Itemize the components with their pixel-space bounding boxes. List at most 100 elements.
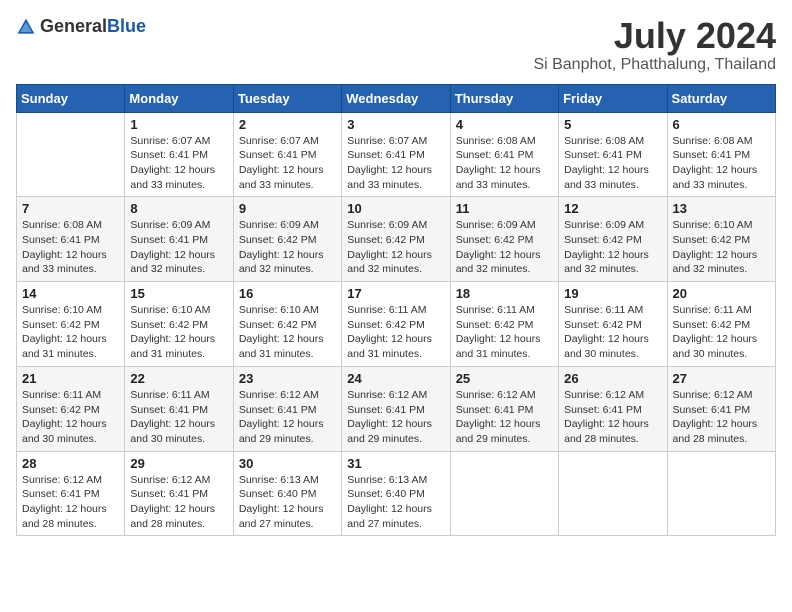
day-number: 12 (564, 201, 661, 216)
calendar-cell: 26 Sunrise: 6:12 AM Sunset: 6:41 PM Dayli… (559, 366, 667, 451)
calendar-cell: 16Sunrise: 6:10 AM Sunset: 6:42 PM Dayli… (233, 282, 341, 367)
calendar-body: 1 Sunrise: 6:07 AM Sunset: 6:41 PM Daylig… (17, 112, 776, 536)
calendar-cell: 19 Sunrise: 6:11 AM Sunset: 6:42 PM Dayli… (559, 282, 667, 367)
calendar-cell: 2 Sunrise: 6:07 AM Sunset: 6:41 PM Daylig… (233, 112, 341, 197)
calendar-cell: 8 Sunrise: 6:09 AM Sunset: 6:41 PM Daylig… (125, 197, 233, 282)
day-info: Sunrise: 6:08 AM Sunset: 6:41 PM Dayligh… (564, 134, 661, 193)
day-info: Sunrise: 6:07 AM Sunset: 6:41 PM Dayligh… (239, 134, 336, 193)
calendar-cell: 18 Sunrise: 6:11 AM Sunset: 6:42 PM Dayli… (450, 282, 558, 367)
calendar-week-row: 14 Sunrise: 6:10 AM Sunset: 6:42 PM Dayli… (17, 282, 776, 367)
day-number: 26 (564, 371, 661, 386)
day-info: Sunrise: 6:12 AM Sunset: 6:41 PM Dayligh… (22, 473, 119, 532)
day-number: 30 (239, 456, 336, 471)
calendar-cell: 10 Sunrise: 6:09 AM Sunset: 6:42 PM Dayli… (342, 197, 450, 282)
calendar-cell: 6 Sunrise: 6:08 AM Sunset: 6:41 PM Daylig… (667, 112, 775, 197)
day-number: 18 (456, 286, 553, 301)
calendar-cell: 30Sunrise: 6:13 AM Sunset: 6:40 PM Dayli… (233, 451, 341, 536)
day-info: Sunrise: 6:09 AM Sunset: 6:42 PM Dayligh… (347, 218, 444, 277)
calendar-cell: 4 Sunrise: 6:08 AM Sunset: 6:41 PM Daylig… (450, 112, 558, 197)
day-info: Sunrise: 6:11 AM Sunset: 6:42 PM Dayligh… (456, 303, 553, 362)
calendar-cell (450, 451, 558, 536)
day-info: Sunrise: 6:12 AM Sunset: 6:41 PM Dayligh… (239, 388, 336, 447)
month-title: July 2024 (533, 16, 776, 56)
weekday-header: Saturday (667, 84, 775, 112)
day-number: 8 (130, 201, 227, 216)
day-number: 27 (673, 371, 770, 386)
day-info: Sunrise: 6:11 AM Sunset: 6:42 PM Dayligh… (22, 388, 119, 447)
day-number: 1 (130, 117, 227, 132)
calendar-week-row: 1 Sunrise: 6:07 AM Sunset: 6:41 PM Daylig… (17, 112, 776, 197)
day-info: Sunrise: 6:11 AM Sunset: 6:41 PM Dayligh… (130, 388, 227, 447)
calendar-cell: 5Sunrise: 6:08 AM Sunset: 6:41 PM Daylig… (559, 112, 667, 197)
day-info: Sunrise: 6:08 AM Sunset: 6:41 PM Dayligh… (673, 134, 770, 193)
day-number: 9 (239, 201, 336, 216)
day-number: 4 (456, 117, 553, 132)
day-info: Sunrise: 6:12 AM Sunset: 6:41 PM Dayligh… (456, 388, 553, 447)
day-number: 25 (456, 371, 553, 386)
calendar-cell (17, 112, 125, 197)
day-info: Sunrise: 6:12 AM Sunset: 6:41 PM Dayligh… (347, 388, 444, 447)
calendar-cell: 7Sunrise: 6:08 AM Sunset: 6:41 PM Daylig… (17, 197, 125, 282)
calendar-cell: 22 Sunrise: 6:11 AM Sunset: 6:41 PM Dayli… (125, 366, 233, 451)
day-number: 10 (347, 201, 444, 216)
logo-general: General (40, 16, 107, 36)
logo-text: GeneralBlue (40, 16, 146, 37)
day-info: Sunrise: 6:11 AM Sunset: 6:42 PM Dayligh… (347, 303, 444, 362)
calendar-week-row: 21 Sunrise: 6:11 AM Sunset: 6:42 PM Dayli… (17, 366, 776, 451)
day-info: Sunrise: 6:13 AM Sunset: 6:40 PM Dayligh… (347, 473, 444, 532)
logo: GeneralBlue (16, 16, 146, 37)
day-number: 14 (22, 286, 119, 301)
weekday-header: Thursday (450, 84, 558, 112)
logo-icon (16, 17, 36, 37)
day-number: 23 (239, 371, 336, 386)
weekday-header: Monday (125, 84, 233, 112)
day-number: 22 (130, 371, 227, 386)
weekday-header: Friday (559, 84, 667, 112)
calendar-cell: 28Sunrise: 6:12 AM Sunset: 6:41 PM Dayli… (17, 451, 125, 536)
day-number: 2 (239, 117, 336, 132)
day-number: 3 (347, 117, 444, 132)
calendar-cell: 11Sunrise: 6:09 AM Sunset: 6:42 PM Dayli… (450, 197, 558, 282)
day-info: Sunrise: 6:09 AM Sunset: 6:41 PM Dayligh… (130, 218, 227, 277)
calendar-cell: 24 Sunrise: 6:12 AM Sunset: 6:41 PM Dayli… (342, 366, 450, 451)
calendar-cell: 21 Sunrise: 6:11 AM Sunset: 6:42 PM Dayli… (17, 366, 125, 451)
day-info: Sunrise: 6:09 AM Sunset: 6:42 PM Dayligh… (564, 218, 661, 277)
day-info: Sunrise: 6:10 AM Sunset: 6:42 PM Dayligh… (22, 303, 119, 362)
calendar-cell: 9 Sunrise: 6:09 AM Sunset: 6:42 PM Daylig… (233, 197, 341, 282)
day-info: Sunrise: 6:12 AM Sunset: 6:41 PM Dayligh… (130, 473, 227, 532)
calendar-table: SundayMondayTuesdayWednesdayThursdayFrid… (16, 84, 776, 537)
calendar-cell: 15 Sunrise: 6:10 AM Sunset: 6:42 PM Dayli… (125, 282, 233, 367)
day-number: 15 (130, 286, 227, 301)
weekday-header: Sunday (17, 84, 125, 112)
title-area: July 2024 Si Banphot, Phatthalung, Thail… (533, 16, 776, 74)
day-number: 24 (347, 371, 444, 386)
calendar-cell: 3 Sunrise: 6:07 AM Sunset: 6:41 PM Daylig… (342, 112, 450, 197)
calendar-cell: 27 Sunrise: 6:12 AM Sunset: 6:41 PM Dayli… (667, 366, 775, 451)
weekday-header-row: SundayMondayTuesdayWednesdayThursdayFrid… (17, 84, 776, 112)
calendar-week-row: 7Sunrise: 6:08 AM Sunset: 6:41 PM Daylig… (17, 197, 776, 282)
day-number: 20 (673, 286, 770, 301)
location-title: Si Banphot, Phatthalung, Thailand (533, 56, 776, 74)
day-info: Sunrise: 6:10 AM Sunset: 6:42 PM Dayligh… (673, 218, 770, 277)
calendar-cell: 31Sunrise: 6:13 AM Sunset: 6:40 PM Dayli… (342, 451, 450, 536)
day-number: 6 (673, 117, 770, 132)
day-number: 17 (347, 286, 444, 301)
day-info: Sunrise: 6:11 AM Sunset: 6:42 PM Dayligh… (564, 303, 661, 362)
day-number: 19 (564, 286, 661, 301)
logo-blue: Blue (107, 16, 146, 36)
day-info: Sunrise: 6:08 AM Sunset: 6:41 PM Dayligh… (456, 134, 553, 193)
calendar-cell (559, 451, 667, 536)
calendar-cell: 23 Sunrise: 6:12 AM Sunset: 6:41 PM Dayli… (233, 366, 341, 451)
day-info: Sunrise: 6:07 AM Sunset: 6:41 PM Dayligh… (347, 134, 444, 193)
day-info: Sunrise: 6:12 AM Sunset: 6:41 PM Dayligh… (673, 388, 770, 447)
day-number: 7 (22, 201, 119, 216)
day-number: 21 (22, 371, 119, 386)
day-info: Sunrise: 6:09 AM Sunset: 6:42 PM Dayligh… (239, 218, 336, 277)
day-info: Sunrise: 6:10 AM Sunset: 6:42 PM Dayligh… (130, 303, 227, 362)
calendar-cell (667, 451, 775, 536)
calendar-cell: 12 Sunrise: 6:09 AM Sunset: 6:42 PM Dayli… (559, 197, 667, 282)
day-number: 29 (130, 456, 227, 471)
weekday-header: Wednesday (342, 84, 450, 112)
calendar-cell: 14 Sunrise: 6:10 AM Sunset: 6:42 PM Dayli… (17, 282, 125, 367)
day-info: Sunrise: 6:12 AM Sunset: 6:41 PM Dayligh… (564, 388, 661, 447)
